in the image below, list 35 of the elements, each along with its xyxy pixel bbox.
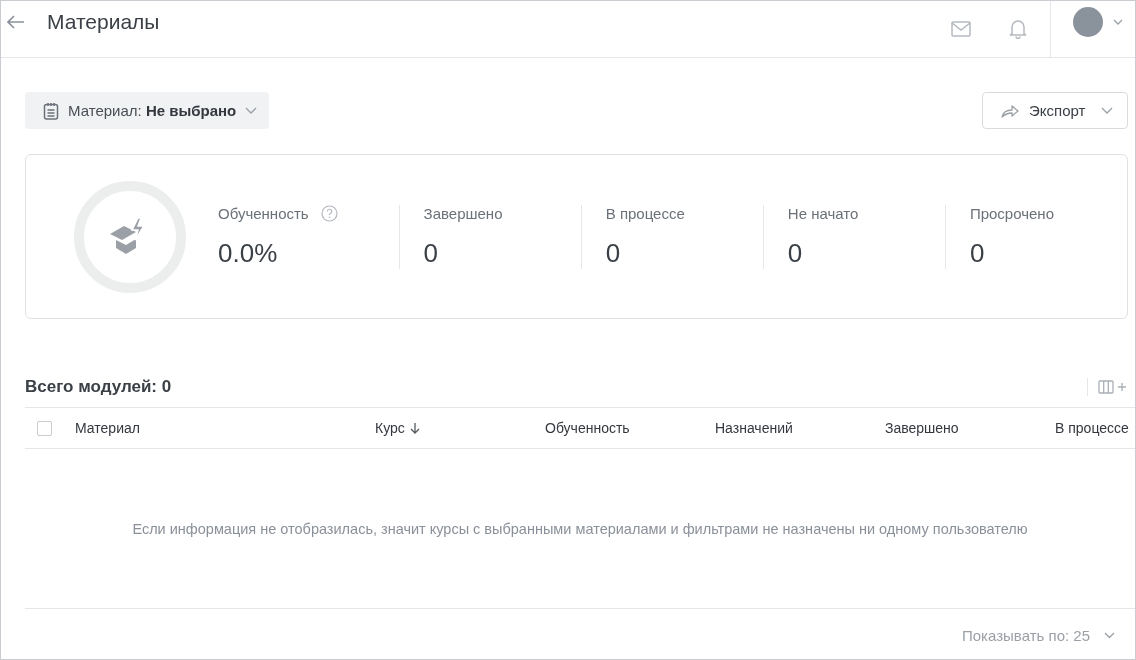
stat-label: Завершено <box>423 204 503 222</box>
modules-count-title: Всего модулей: 0 <box>25 377 173 397</box>
chevron-down-icon <box>1101 107 1113 114</box>
page-title: Материалы <box>47 10 160 34</box>
select-all-checkbox[interactable] <box>37 420 52 436</box>
material-filter-dropdown[interactable]: Материал: Не выбрано <box>25 92 270 129</box>
sort-down-arrow-icon <box>409 422 420 434</box>
column-header[interactable]: Назначений <box>715 420 793 436</box>
stat-label: Обученность <box>218 204 309 222</box>
chevron-down-icon <box>245 107 258 114</box>
stat-value: 0 <box>969 237 986 269</box>
empty-table-message: Если информация не отобразилась, значит курсы с выбранными материалами и фильтрами не назначены ни одному пользователю <box>132 520 1028 537</box>
share-arrow-icon <box>1001 103 1019 118</box>
column-header[interactable]: Обученность <box>545 420 630 436</box>
chevron-down-icon[interactable] <box>1113 19 1123 25</box>
stat-value: 0 <box>605 237 622 269</box>
back-arrow-icon[interactable] <box>7 15 25 29</box>
stat-value: 0.0% <box>218 237 279 269</box>
add-column-icon[interactable] <box>1098 380 1128 394</box>
stat-value: 0 <box>787 237 804 269</box>
stat-label: Не начато <box>787 204 859 222</box>
column-header[interactable]: В процессе <box>1055 420 1129 436</box>
notification-bell-icon[interactable] <box>1009 19 1027 39</box>
notepad-icon <box>43 101 59 120</box>
chevron-down-icon <box>1104 632 1115 639</box>
stat-value: 0 <box>423 237 440 269</box>
export-button[interactable]: Экспорт <box>982 92 1128 129</box>
stat-label: Просрочено <box>969 204 1054 222</box>
stat-label: В процессе <box>605 204 685 222</box>
mail-icon[interactable] <box>951 21 971 37</box>
column-header[interactable]: Курс <box>375 420 420 436</box>
help-icon[interactable] <box>320 204 338 222</box>
column-header[interactable]: Материал <box>75 420 140 436</box>
column-header[interactable]: Завершено <box>885 420 959 436</box>
user-avatar[interactable] <box>1073 7 1103 37</box>
